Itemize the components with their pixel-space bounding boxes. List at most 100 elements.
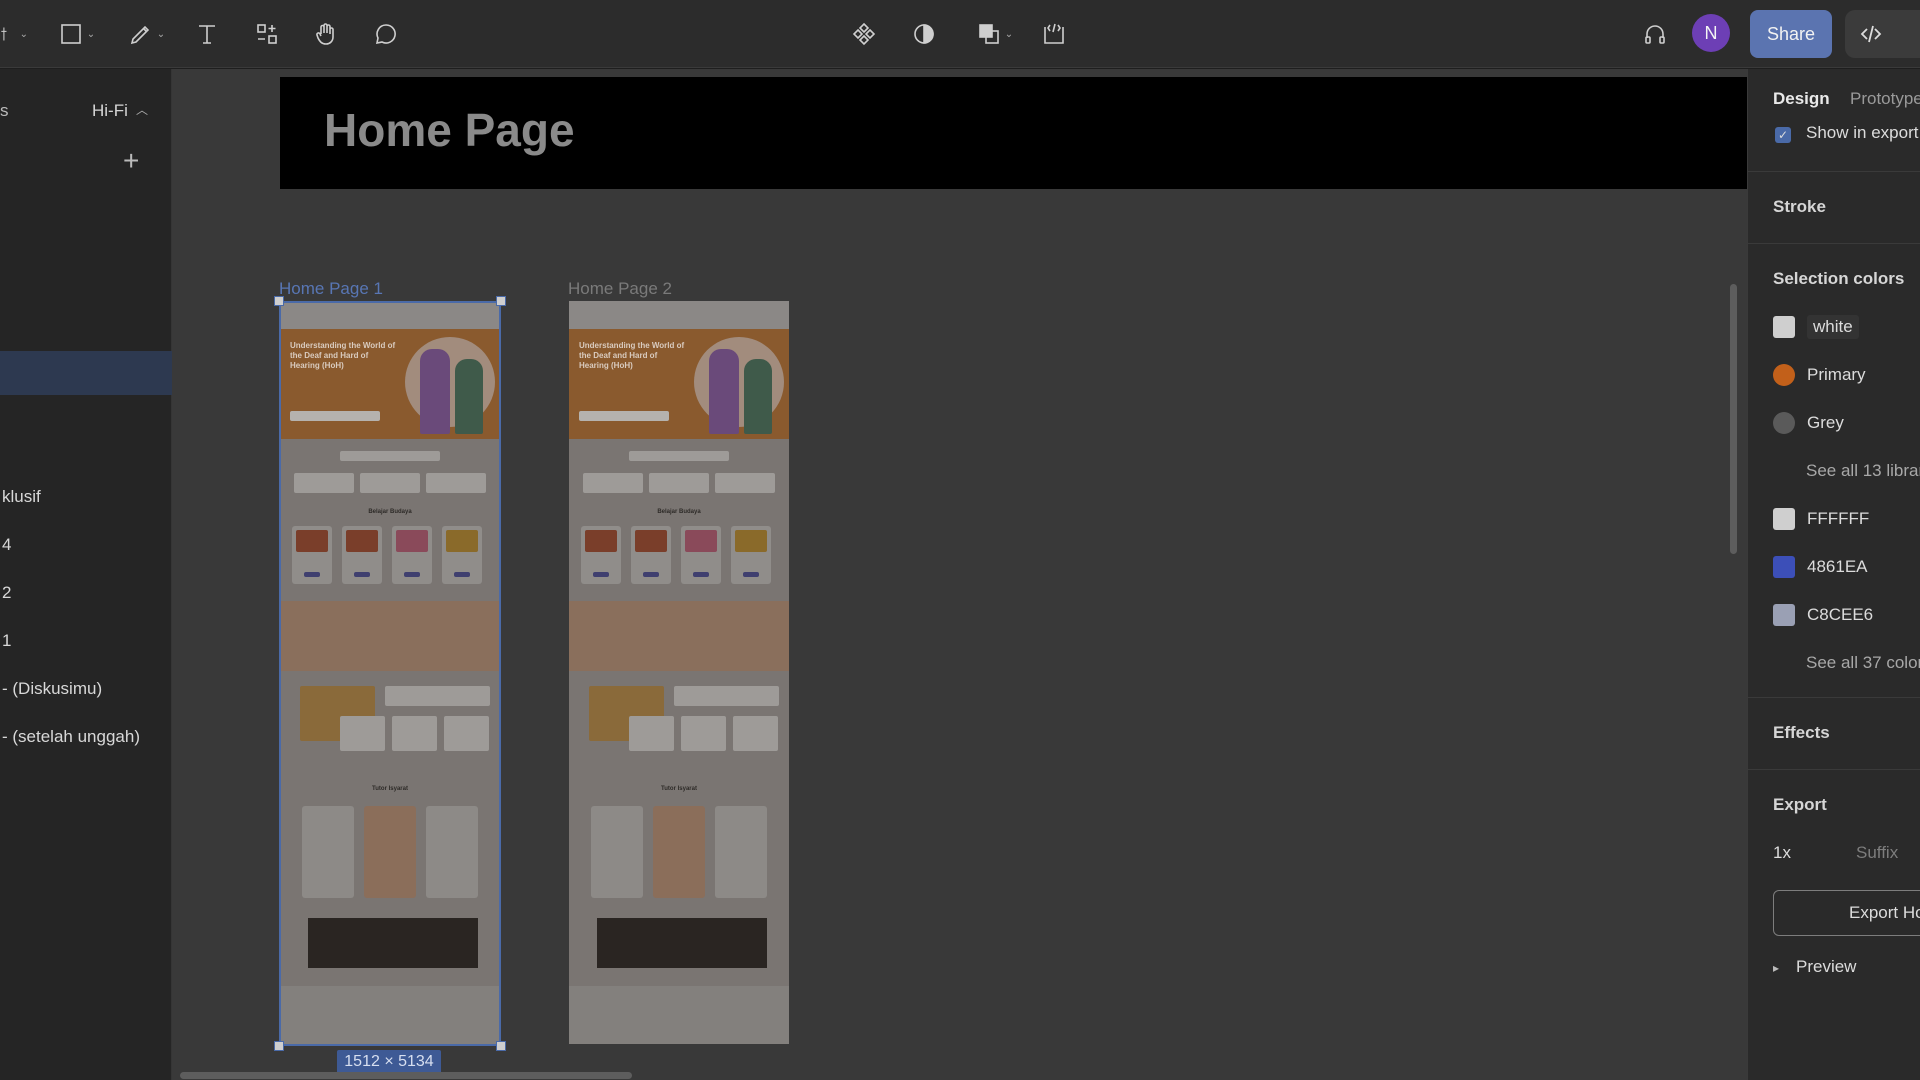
export-section-title: Export bbox=[1773, 795, 1827, 814]
export-button[interactable]: Export Home Page 1 bbox=[1773, 890, 1920, 936]
mini-feature-box bbox=[649, 473, 709, 493]
design-canvas[interactable]: Home Page Home Page 1 Understanding the … bbox=[172, 69, 1747, 1080]
see-all-library-colors-link[interactable]: See all 13 library colors bbox=[1806, 461, 1920, 481]
mini-card-image bbox=[685, 530, 717, 552]
current-page-name: Hi-Fi bbox=[92, 101, 128, 120]
mini-culture-card bbox=[731, 526, 771, 584]
color-name: white bbox=[1807, 315, 1859, 339]
share-button[interactable]: Share bbox=[1750, 10, 1832, 58]
frame-label-home-page-2[interactable]: Home Page 2 bbox=[568, 279, 672, 299]
mini-search-bar bbox=[579, 411, 669, 421]
add-page-button[interactable]: + bbox=[123, 147, 139, 175]
layer-row-selected[interactable] bbox=[0, 351, 172, 395]
stroke-section-title: Stroke bbox=[1773, 197, 1826, 216]
library-color-row[interactable]: white bbox=[1773, 313, 1859, 341]
tab-prototype[interactable]: Prototype bbox=[1850, 89, 1920, 109]
mini-card-image bbox=[635, 530, 667, 552]
mini-culture-card bbox=[631, 526, 671, 584]
mini-hero-person bbox=[709, 349, 739, 434]
mini-text-block bbox=[629, 451, 729, 461]
divider bbox=[1748, 697, 1920, 698]
comment-icon bbox=[375, 24, 396, 45]
resize-handle[interactable] bbox=[496, 296, 506, 306]
show-in-export-checkbox[interactable]: ✓ bbox=[1775, 127, 1791, 143]
library-color-row[interactable]: Primary bbox=[1773, 361, 1866, 389]
resize-handle[interactable] bbox=[274, 1041, 284, 1051]
export-suffix-input[interactable]: Suffix bbox=[1856, 843, 1898, 863]
frame-tool-button[interactable]: ⌄ bbox=[0, 14, 28, 54]
mini-price-card bbox=[591, 806, 643, 898]
frame-home-page-2[interactable]: Understanding the World of the Deaf and … bbox=[569, 301, 789, 1044]
mask-button[interactable] bbox=[910, 14, 938, 54]
top-toolbar: ⌄ ⌄ ⌄ ⌄ N Share bbox=[0, 0, 1920, 68]
hand-icon bbox=[316, 23, 334, 45]
layer-row[interactable]: - (Diskusimu) bbox=[0, 667, 172, 711]
horizontal-scrollbar[interactable] bbox=[180, 1072, 632, 1079]
see-all-colors-link[interactable]: See all 37 colors bbox=[1806, 653, 1920, 673]
color-name: Grey bbox=[1807, 413, 1844, 432]
mini-card-button bbox=[693, 572, 709, 577]
layer-row[interactable]: 4 bbox=[0, 523, 172, 567]
audio-button[interactable] bbox=[1640, 14, 1670, 54]
hand-tool-button[interactable] bbox=[312, 14, 340, 54]
mini-footer bbox=[569, 986, 789, 1044]
section-title: Home Page bbox=[324, 104, 575, 156]
chevron-down-icon: ⌄ bbox=[86, 28, 96, 40]
selection-colors-title: Selection colors bbox=[1773, 269, 1905, 288]
dev-mode-button[interactable] bbox=[1845, 10, 1920, 58]
user-avatar[interactable]: N bbox=[1692, 14, 1730, 52]
section-banner[interactable]: Home Page bbox=[280, 77, 1747, 189]
page-selector[interactable]: s Hi-Fi ︿ bbox=[0, 83, 172, 123]
sidebar-stub-text: s bbox=[0, 101, 9, 120]
mini-feature-box bbox=[715, 473, 775, 493]
shape-tool-button[interactable]: ⌄ bbox=[52, 14, 102, 54]
layer-row[interactable]: klusif bbox=[0, 475, 172, 519]
color-hex: C8CEE6 bbox=[1807, 605, 1874, 624]
layers-sidebar: s Hi-Fi ︿ + klusif 4 2 1 - (Diskusimu) -… bbox=[0, 69, 172, 1080]
divider bbox=[1748, 769, 1920, 770]
chevron-up-icon: ︿ bbox=[136, 103, 149, 117]
mini-card-image bbox=[585, 530, 617, 552]
layer-label: 4 bbox=[2, 535, 12, 554]
mini-card-button bbox=[643, 572, 659, 577]
color-swatch bbox=[1773, 604, 1795, 626]
layer-row[interactable]: - (setelah unggah) bbox=[0, 715, 172, 759]
mini-card-image bbox=[735, 530, 767, 552]
selection-outline bbox=[279, 301, 501, 1046]
mini-text-block bbox=[674, 686, 779, 706]
mini-culture-card bbox=[581, 526, 621, 584]
library-color-row[interactable]: Grey bbox=[1773, 409, 1844, 437]
divider bbox=[1748, 243, 1920, 244]
mini-price-card bbox=[715, 806, 767, 898]
resources-tool-button[interactable] bbox=[253, 14, 281, 54]
layer-label: 2 bbox=[2, 583, 12, 602]
color-hex: FFFFFF bbox=[1807, 509, 1870, 528]
component-button[interactable] bbox=[850, 14, 878, 54]
pen-tool-button[interactable]: ⌄ bbox=[122, 14, 172, 54]
layer-row[interactable]: 2 bbox=[0, 571, 172, 615]
code-layer-button[interactable] bbox=[1040, 14, 1068, 54]
mini-hero-person bbox=[744, 359, 772, 434]
text-tool-button[interactable] bbox=[193, 14, 221, 54]
vertical-scrollbar[interactable] bbox=[1730, 284, 1737, 554]
effects-section-title: Effects bbox=[1773, 723, 1830, 742]
mini-testimonial bbox=[681, 716, 726, 751]
resize-handle[interactable] bbox=[496, 1041, 506, 1051]
headphones-icon bbox=[1645, 25, 1665, 44]
layer-label: 1 bbox=[2, 631, 12, 650]
comment-tool-button[interactable] bbox=[372, 14, 400, 54]
export-scale-select[interactable]: 1x bbox=[1773, 843, 1791, 863]
frame-label-home-page-1[interactable]: Home Page 1 bbox=[279, 279, 383, 299]
hex-color-row[interactable]: 4861EA bbox=[1773, 553, 1868, 581]
preview-toggle[interactable]: Preview bbox=[1796, 957, 1856, 977]
disclosure-triangle-icon[interactable]: ▸ bbox=[1773, 961, 1779, 975]
boolean-button[interactable]: ⌄ bbox=[970, 14, 1020, 54]
hex-color-row[interactable]: C8CEE6 bbox=[1773, 601, 1873, 629]
resize-handle[interactable] bbox=[274, 296, 284, 306]
tab-design[interactable]: Design bbox=[1773, 89, 1830, 109]
color-swatch bbox=[1773, 316, 1795, 338]
layer-row[interactable]: 1 bbox=[0, 619, 172, 663]
code-icon bbox=[1860, 25, 1882, 43]
code-layer-icon bbox=[1044, 23, 1064, 44]
hex-color-row[interactable]: FFFFFF bbox=[1773, 505, 1869, 533]
